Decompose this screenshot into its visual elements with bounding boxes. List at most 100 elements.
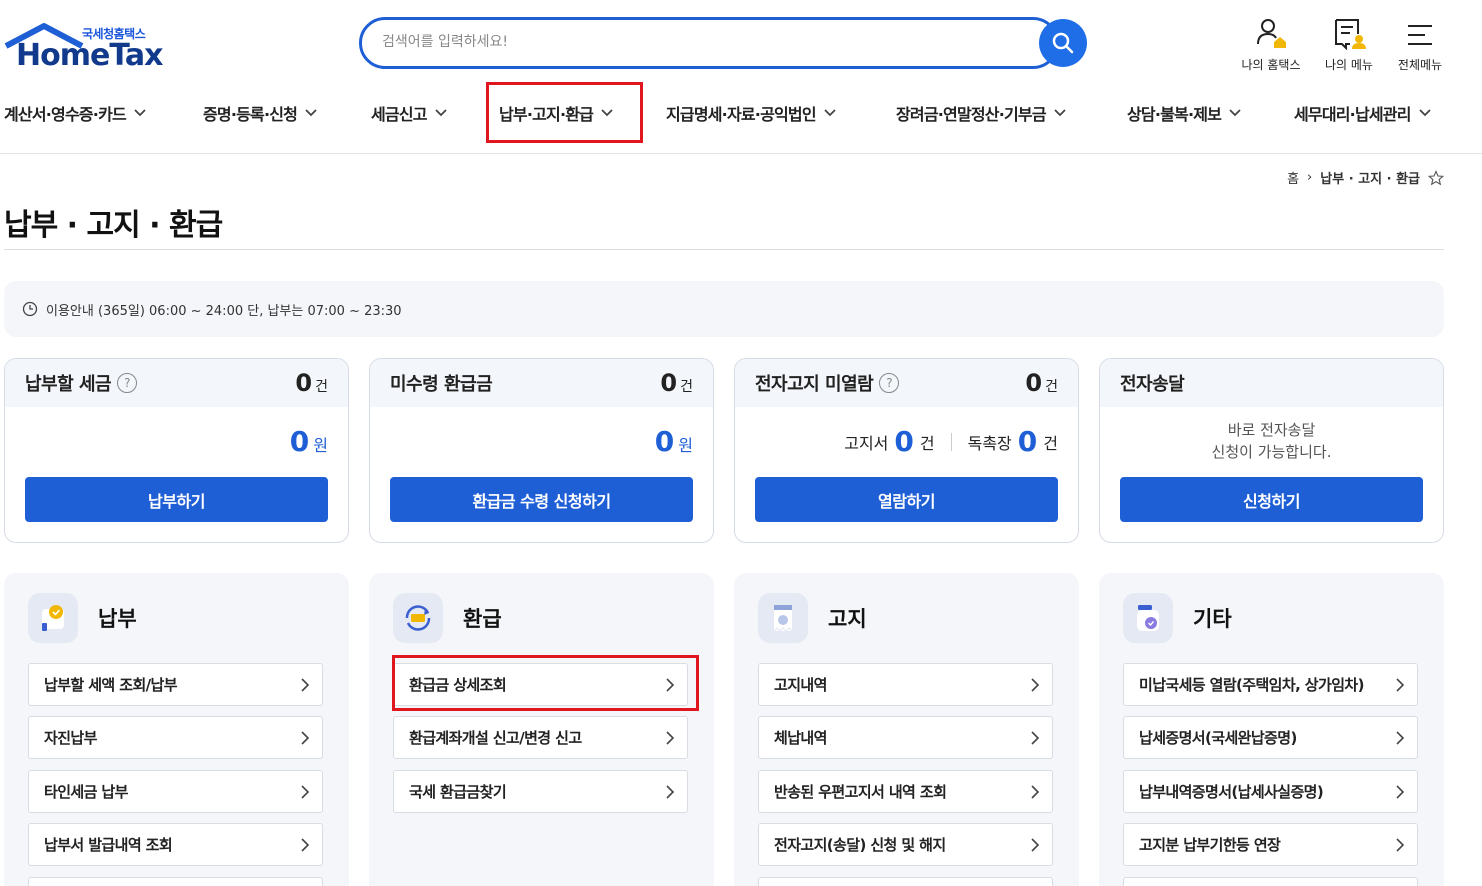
panel-notice: 고지 고지내역 체납내역 반송된 우편고지서 내역 조회 전자고지(송달) 신청… [734,573,1079,886]
gnb-label: 상담·불복·제보 [1127,105,1222,124]
panel-refund: 환급 환급금 상세조회 환급계좌개설 신고/변경 신고 국세 환급금찾기 [369,573,714,886]
util-label: 나의 홈택스 [1241,58,1301,72]
card-amount: 0원 [289,425,328,458]
chevron-right-icon [1396,784,1405,799]
breadcrumb-separator-icon: › [1307,170,1313,185]
gnb-item-consult[interactable]: 상담·불복·제보 [1127,86,1241,140]
refund-cycle-icon [393,593,443,643]
panel-pay: 납부 납부할 세액 조회/납부 자진납부 타인세금 납부 납부서 발급내역 조회 [4,573,349,886]
global-nav: 계산서·영수증·카드 증명·등록·신청 세금신고 납부·고지·환급 지급명세·자… [0,86,1482,154]
link-pay-slip-history[interactable]: 납부서 발급내역 조회 [28,823,323,866]
card-title: 전자고지 미열람 [755,374,874,395]
link-arrears[interactable]: 체납내역 [758,716,1053,759]
search-input[interactable] [382,34,982,50]
card-title: 전자송달 [1120,374,1185,395]
chevron-down-icon [1054,109,1066,117]
card-count: 0건 [295,369,328,397]
chevron-down-icon [134,109,146,117]
gnb-label: 세금신고 [371,105,427,124]
gnb-label: 세무대리·납세관리 [1294,105,1411,124]
my-menu-button[interactable]: 나의 메뉴 [1318,16,1380,73]
link-tax-inquiry-pay[interactable]: 납부할 세액 조회/납부 [28,663,323,706]
util-label: 나의 메뉴 [1325,58,1373,72]
my-hometax-button[interactable]: 나의 홈택스 [1234,16,1308,73]
card-e-delivery: 전자송달 바로 전자송달 신청이 가능합니다. 신청하기 [1099,358,1444,543]
divider [4,249,1444,250]
chevron-right-icon [1396,677,1405,692]
all-menu-button[interactable]: 전체메뉴 [1392,16,1448,73]
notice-text: 이용안내 (365일) 06:00 ~ 24:00 단, 납부는 07:00 ~… [46,303,402,319]
link-notice-history[interactable]: 고지내역 [758,663,1053,706]
gnb-item-tax-report[interactable]: 세금신고 [371,86,447,140]
my-menu-icon [1335,19,1366,50]
gnb-item-invoice[interactable]: 계산서·영수증·카드 [4,86,146,140]
clock-icon [22,301,38,317]
hamburger-icon [1408,25,1432,45]
help-icon[interactable]: ? [117,373,138,393]
link-find-refund[interactable]: 국세 환급금찾기 [393,770,688,813]
chevron-right-icon [1396,837,1405,852]
card-e-notice-unread: 전자고지 미열람 ? 0건 고지서 0 건 독촉장 0 건 열람하기 [734,358,1079,543]
help-icon[interactable]: ? [879,373,900,393]
chevron-right-icon [666,730,675,745]
link-partial[interactable] [758,877,1053,886]
logo-title: HomeTax [16,38,164,73]
page-title: 납부 · 고지 · 환급 [4,208,223,243]
link-self-pay[interactable]: 자진납부 [28,716,323,759]
chevron-down-icon [305,109,317,117]
gnb-item-incentive[interactable]: 장려금·연말정산·기부금 [896,86,1066,140]
search-button[interactable] [1039,19,1087,67]
gnb-label: 계산서·영수증·카드 [4,105,127,124]
gnb-item-agent[interactable]: 세무대리·납세관리 [1294,86,1431,140]
util-label: 전체메뉴 [1397,58,1443,72]
gnb-item-statement[interactable]: 지급명세·자료·공익법인 [666,86,836,140]
panel-title: 환급 [463,607,502,631]
e-delivery-message: 바로 전자송달 신청이 가능합니다. [1211,421,1332,461]
gnb-label: 증명·등록·신청 [203,105,298,124]
breadcrumb-home[interactable]: 홈 [1287,168,1299,187]
card-unclaimed-refund: 미수령 환급금 0건 0원 환급금 수령 신청하기 [369,358,714,543]
link-partial[interactable] [1123,877,1418,886]
pay-button[interactable]: 납부하기 [25,477,328,522]
hometax-logo[interactable]: 국세청홈택스 HomeTax [4,20,164,73]
highlight-box-gnb [486,82,643,143]
chevron-right-icon [301,730,310,745]
chevron-down-icon [1229,109,1241,117]
chevron-right-icon [301,837,310,852]
card-amount: 0원 [654,425,693,458]
card-count: 0건 [660,369,693,397]
chevron-right-icon [1031,837,1040,852]
user-home-icon [1257,19,1286,48]
etc-jar-icon [1123,593,1173,643]
chevron-right-icon [1396,730,1405,745]
chevron-right-icon [1031,677,1040,692]
link-e-notice-apply[interactable]: 전자고지(송달) 신청 및 해지 [758,823,1053,866]
card-title: 납부할 세금 [25,374,112,395]
panel-title: 기타 [1193,607,1232,631]
link-payment-cert[interactable]: 납부내역증명서(납세사실증명) [1123,770,1418,813]
chevron-down-icon [1419,109,1431,117]
search-box [359,17,1059,69]
card-tax-to-pay: 납부할 세금 ? 0건 0원 납부하기 [4,358,349,543]
pay-hand-icon [28,593,78,643]
star-icon[interactable] [1428,169,1444,186]
link-partial[interactable] [28,877,323,886]
chevron-down-icon [435,109,447,117]
link-others-tax-pay[interactable]: 타인세금 납부 [28,770,323,813]
apply-button[interactable]: 신청하기 [1120,477,1423,522]
gnb-item-certificate[interactable]: 증명·등록·신청 [203,86,317,140]
link-unpaid-tax-view[interactable]: 미납국세등 열람(주택임차, 상가임차) [1123,663,1418,706]
link-refund-account[interactable]: 환급계좌개설 신고/변경 신고 [393,716,688,759]
link-returned-mail[interactable]: 반송된 우편고지서 내역 조회 [758,770,1053,813]
notice-bill-icon [758,593,808,643]
link-deadline-extension[interactable]: 고지분 납부기한등 연장 [1123,823,1418,866]
service-hours-notice: 이용안내 (365일) 06:00 ~ 24:00 단, 납부는 07:00 ~… [4,281,1444,337]
search-icon [1052,32,1074,54]
refund-apply-button[interactable]: 환급금 수령 신청하기 [390,477,693,522]
view-button[interactable]: 열람하기 [755,477,1058,522]
notice-breakdown: 고지서 0 건 독촉장 0 건 [844,425,1058,458]
link-tax-clearance-cert[interactable]: 납세증명서(국세완납증명) [1123,716,1418,759]
chevron-down-icon [824,109,836,117]
search-bar [359,17,1089,69]
panel-title: 납부 [98,607,137,631]
